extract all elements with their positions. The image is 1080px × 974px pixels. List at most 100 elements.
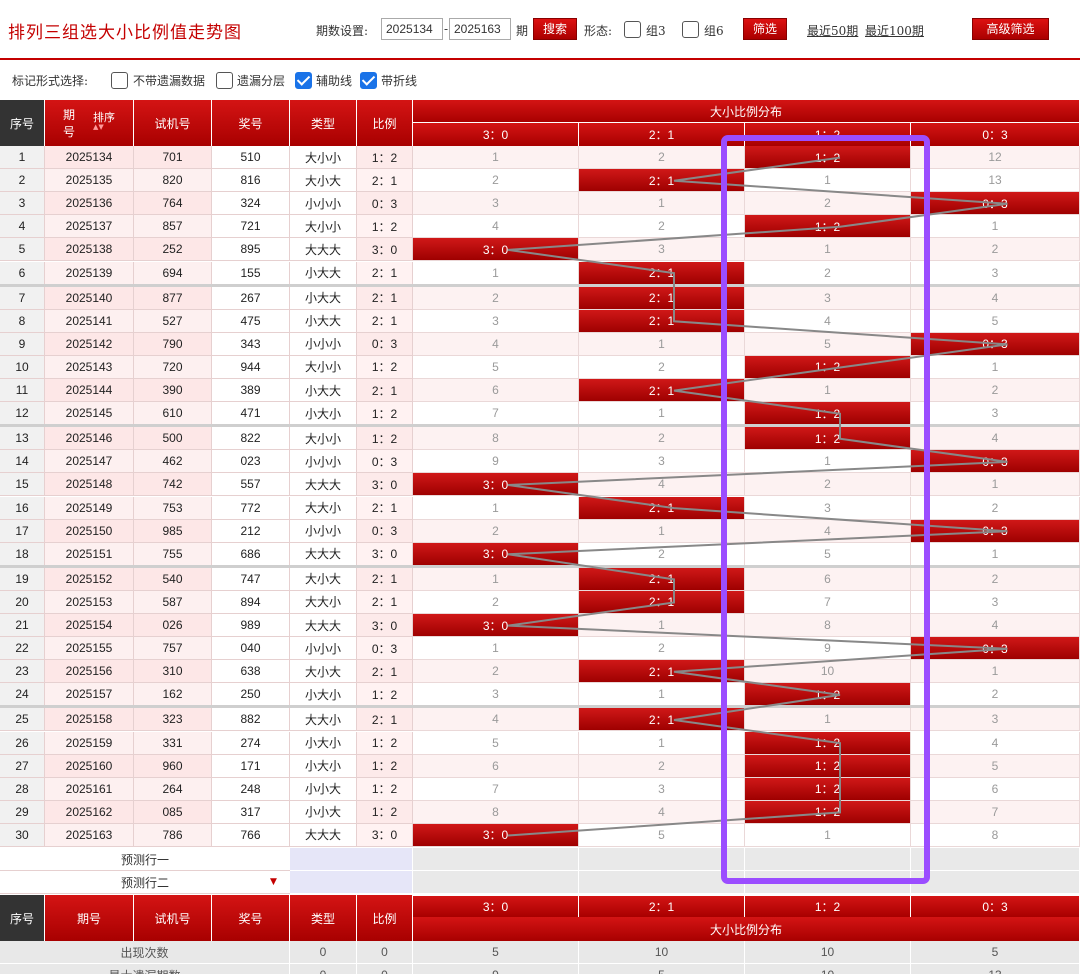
predict-row-2-ratio[interactable] [290, 871, 413, 894]
footer-header-type: 类型 [290, 895, 357, 941]
row-test: 820 [134, 169, 212, 193]
row-period: 2025148 [45, 473, 134, 497]
row-seq: 2 [0, 169, 45, 193]
dist-cell-miss: 3 [911, 402, 1080, 426]
row-seq: 26 [0, 731, 45, 755]
dist-cell-miss: 2 [413, 590, 579, 614]
row-period: 2025141 [45, 309, 134, 333]
sort-arrows-icon[interactable]: ▲▼ [93, 123, 104, 131]
row-seq: 14 [0, 450, 45, 474]
stat-value: 10 [579, 941, 745, 964]
advanced-filter-button[interactable]: 高级筛选 [972, 18, 1049, 40]
period-to-input[interactable] [449, 18, 511, 40]
dist-cell-miss: 1 [911, 660, 1080, 684]
predict-row-1-ratio[interactable] [290, 848, 413, 871]
predict-row-1-cell[interactable] [911, 848, 1080, 871]
row-seq: 9 [0, 332, 45, 356]
dist-cell-miss: 1 [579, 731, 745, 755]
dist-cell-miss: 6 [911, 777, 1080, 801]
top-toolbar: 排列三组选大小比例值走势图 期数设置: - 期 搜索 形态: 组3 组6 筛选 … [0, 0, 1080, 60]
row-period: 2025134 [45, 146, 134, 170]
dist-cell-miss: 2 [579, 355, 745, 379]
stat-label: 最大遗漏期数 [0, 964, 290, 974]
row-ratio: 3：0 [357, 238, 413, 262]
filter-button[interactable]: 筛选 [743, 18, 787, 40]
mark-option-checkbox[interactable] [111, 72, 128, 89]
row-seq: 15 [0, 473, 45, 497]
dist-cell-hit: 0：3 [911, 192, 1080, 216]
mark-option-checkbox[interactable] [216, 72, 233, 89]
stat-value: 5 [579, 964, 745, 974]
down-arrow-icon[interactable]: ▼ [270, 877, 277, 887]
dist-cell-miss: 7 [413, 777, 579, 801]
predict-row-1-cell[interactable] [579, 848, 745, 871]
predict-row-1-cell[interactable] [745, 848, 911, 871]
row-ratio: 0：3 [357, 192, 413, 216]
row-period: 2025137 [45, 215, 134, 239]
footer-dist-title: 大小比例分布 [413, 917, 1080, 941]
dist-cell-miss: 1 [413, 261, 579, 285]
row-prize: 747 [212, 567, 290, 591]
row-test: 500 [134, 427, 212, 451]
row-type: 大小大 [290, 567, 357, 591]
mark-option-label: 带折线 [381, 74, 418, 88]
predict-row-2-cell[interactable] [911, 871, 1080, 894]
search-button[interactable]: 搜索 [533, 18, 577, 40]
dist-cell-miss: 4 [413, 708, 579, 732]
row-prize: 267 [212, 286, 290, 310]
row-prize: 944 [212, 355, 290, 379]
dist-cell-hit: 1：2 [745, 754, 911, 778]
dist-header-col: 0：3 [911, 122, 1080, 146]
footer-dist-col: 0：3 [911, 895, 1080, 917]
predict-row-2-cell[interactable] [745, 871, 911, 894]
row-seq: 12 [0, 402, 45, 426]
predict-row-2-cell[interactable] [579, 871, 745, 894]
row-period: 2025149 [45, 496, 134, 520]
row-test: 331 [134, 731, 212, 755]
row-seq: 20 [0, 590, 45, 614]
predict-row-2-cell[interactable] [413, 871, 579, 894]
row-seq: 1 [0, 146, 45, 170]
row-seq: 6 [0, 261, 45, 285]
stat-type: 0 [290, 964, 357, 974]
row-prize: 040 [212, 637, 290, 661]
row-period: 2025146 [45, 427, 134, 451]
group6-checkbox[interactable] [682, 21, 699, 38]
predict-row-2[interactable]: 预测行二 ▼ [0, 871, 290, 894]
row-period: 2025150 [45, 519, 134, 543]
recent-50-link[interactable]: 最近50期 [807, 22, 858, 39]
row-period: 2025153 [45, 590, 134, 614]
row-seq: 5 [0, 238, 45, 262]
row-type: 小大小 [290, 402, 357, 426]
col-header-seq: 序号 [0, 100, 45, 146]
dist-cell-miss: 5 [911, 309, 1080, 333]
mark-option-checkbox[interactable] [360, 72, 377, 89]
dist-cell-hit: 2：1 [579, 169, 745, 193]
row-period: 2025147 [45, 450, 134, 474]
row-seq: 29 [0, 800, 45, 824]
mark-option-checkbox[interactable] [295, 72, 312, 89]
predict-row-1-cell[interactable] [413, 848, 579, 871]
row-type: 小大小 [290, 754, 357, 778]
stat-value: 10 [745, 941, 911, 964]
row-test: 527 [134, 309, 212, 333]
period-from-input[interactable] [381, 18, 443, 40]
predict-row-1[interactable]: 预测行一 [0, 848, 290, 871]
group3-checkbox[interactable] [624, 21, 641, 38]
row-period: 2025156 [45, 660, 134, 684]
row-type: 小小小 [290, 192, 357, 216]
recent-100-link[interactable]: 最近100期 [865, 22, 924, 39]
dist-cell-hit: 3：0 [413, 614, 579, 638]
dist-cell-hit: 1：2 [745, 355, 911, 379]
row-prize: 686 [212, 542, 290, 566]
row-test: 701 [134, 146, 212, 170]
dist-cell-hit: 2：1 [579, 660, 745, 684]
dist-cell-miss: 4 [745, 309, 911, 333]
row-type: 大大大 [290, 614, 357, 638]
row-prize: 274 [212, 731, 290, 755]
dist-cell-miss: 3 [911, 590, 1080, 614]
row-ratio: 1：2 [357, 777, 413, 801]
footer-header-period: 期号 [45, 895, 134, 941]
row-type: 大小大 [290, 169, 357, 193]
dist-cell-miss: 2 [413, 169, 579, 193]
